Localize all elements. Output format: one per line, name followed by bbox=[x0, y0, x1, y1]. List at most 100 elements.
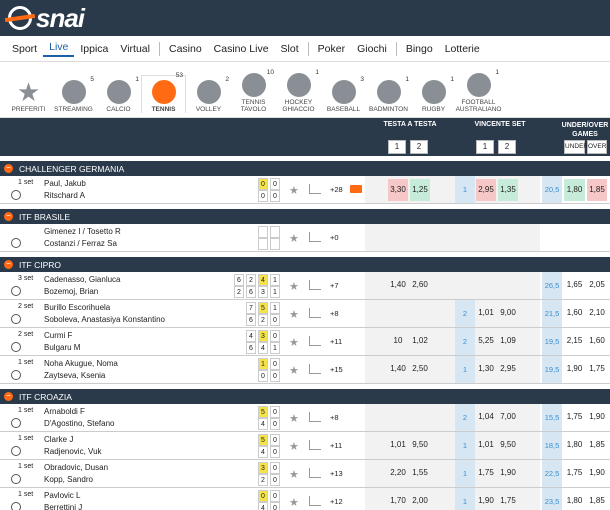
league-header[interactable]: − CHALLENGER GERMANIA bbox=[0, 161, 610, 176]
nav-item-ippica[interactable]: Ippica bbox=[74, 43, 114, 55]
collapse-icon[interactable]: − bbox=[4, 164, 13, 173]
sport-rugby[interactable]: 1 RUGBY bbox=[411, 76, 456, 113]
stats-icon[interactable] bbox=[309, 308, 321, 318]
match-row[interactable]: 1 set Clarke J Radjenovic, Vuk 5 0 4 0 ★ +11 1,01… bbox=[0, 432, 610, 460]
sport-football-australiano[interactable]: 1 FOOTBALL AUSTRALIANO bbox=[456, 69, 502, 113]
nav-item-lotterie[interactable]: Lotterie bbox=[439, 43, 486, 55]
favorite-star-icon[interactable]: ★ bbox=[289, 184, 299, 197]
sport-volley[interactable]: 2 VOLLEY bbox=[186, 76, 231, 113]
more-markets[interactable]: +15 bbox=[330, 365, 343, 374]
winner-odd-2[interactable]: 2,95 bbox=[498, 364, 518, 373]
stats-icon[interactable] bbox=[309, 336, 321, 346]
nav-item-bingo[interactable]: Bingo bbox=[400, 43, 439, 55]
winner-odd-1[interactable]: 1,90 bbox=[476, 496, 496, 505]
over-odd[interactable]: 1,90 bbox=[587, 468, 607, 477]
stats-icon[interactable] bbox=[309, 280, 321, 290]
h2h-odd-2[interactable]: 2,60 bbox=[410, 280, 430, 289]
sport-baseball[interactable]: 3 BASEBALL bbox=[321, 76, 366, 113]
h2h-odd-2[interactable]: 1,02 bbox=[410, 336, 430, 345]
nav-item-sport[interactable]: Sport bbox=[6, 43, 43, 55]
h2h-odd-2[interactable]: 9,50 bbox=[410, 440, 430, 449]
under-odd[interactable]: 1,60 bbox=[564, 308, 585, 317]
more-markets[interactable]: +7 bbox=[330, 281, 339, 290]
match-row[interactable]: 1 set Arnaboldi F D'Agostino, Stefano 5 0 4 0 ★… bbox=[0, 404, 610, 432]
winner-odd-1[interactable]: 1,01 bbox=[476, 440, 496, 449]
winner-odd-2[interactable]: 1,90 bbox=[498, 468, 518, 477]
sport-tennis[interactable]: 53 TENNIS bbox=[141, 72, 186, 113]
over-odd[interactable]: 1,90 bbox=[587, 412, 607, 421]
h2h-odd-1[interactable]: 1,40 bbox=[388, 280, 408, 289]
h2h-odd-1[interactable]: 1,40 bbox=[388, 364, 408, 373]
winner-odd-1[interactable]: 1,04 bbox=[476, 412, 496, 421]
collapse-icon[interactable]: − bbox=[4, 260, 13, 269]
sport-tennis-tavolo[interactable]: 10 TENNIS TAVOLO bbox=[231, 69, 276, 113]
nav-item-poker[interactable]: Poker bbox=[312, 43, 351, 55]
favorite-star-icon[interactable]: ★ bbox=[289, 308, 299, 321]
nav-item-casino-live[interactable]: Casino Live bbox=[208, 43, 275, 55]
winner-odd-2[interactable]: 7,00 bbox=[498, 412, 518, 421]
h2h-odd-1[interactable]: 1,70 bbox=[388, 496, 408, 505]
match-row[interactable]: 2 set Burillo Escorihuela Soboleva, Anasta… bbox=[0, 300, 610, 328]
under-odd[interactable]: 1,80 bbox=[564, 179, 585, 201]
match-row[interactable]: 2 set Curmi F Bulgaru M 4 3 0 6 4 1 ★ +11 10 1,02 2 5,… bbox=[0, 328, 610, 356]
h2h-odd-2[interactable]: 2,00 bbox=[410, 496, 430, 505]
nav-item-virtual[interactable]: Virtual bbox=[114, 43, 156, 55]
under-odd[interactable]: 1,65 bbox=[564, 280, 585, 289]
over-odd[interactable]: 1,60 bbox=[587, 336, 607, 345]
match-row[interactable]: Gimenez I / Tosetto R Costanzi / Ferraz S… bbox=[0, 224, 610, 252]
over-odd[interactable]: 1,85 bbox=[587, 179, 607, 201]
h2h-odd-1[interactable]: 3,30 bbox=[388, 179, 408, 201]
over-odd[interactable]: 1,85 bbox=[587, 496, 607, 505]
nav-item-giochi[interactable]: Giochi bbox=[351, 43, 393, 55]
league-header[interactable]: − ITF CIPRO bbox=[0, 257, 610, 272]
more-markets[interactable]: +8 bbox=[330, 309, 339, 318]
favorite-star-icon[interactable]: ★ bbox=[289, 468, 299, 481]
sport-calcio[interactable]: 1 CALCIO bbox=[96, 76, 141, 113]
more-markets[interactable]: +28 bbox=[330, 185, 343, 194]
nav-item-casino[interactable]: Casino bbox=[163, 43, 208, 55]
match-row[interactable]: 1 set Noha Akugue, Noma Zaytseva, Ksenia 1 0… bbox=[0, 356, 610, 384]
snai-logo[interactable]: snai bbox=[8, 3, 85, 34]
favorite-star-icon[interactable]: ★ bbox=[289, 336, 299, 349]
favorite-star-icon[interactable]: ★ bbox=[289, 440, 299, 453]
h2h-odd-2[interactable]: 2,50 bbox=[410, 364, 430, 373]
match-row[interactable]: 3 set Cadenasso, Gianluca Bozemoj, Brian 6 2… bbox=[0, 272, 610, 300]
stats-icon[interactable] bbox=[309, 412, 321, 422]
more-markets[interactable]: +8 bbox=[330, 413, 339, 422]
favorite-star-icon[interactable]: ★ bbox=[289, 232, 299, 245]
stats-icon[interactable] bbox=[309, 232, 321, 242]
favorite-star-icon[interactable]: ★ bbox=[289, 412, 299, 425]
league-header[interactable]: − ITF BRASILE bbox=[0, 209, 610, 224]
winner-odd-1[interactable]: 1,01 bbox=[476, 308, 496, 317]
h2h-odd-1[interactable]: 2,20 bbox=[388, 468, 408, 477]
sport-hockey-ghiaccio[interactable]: 1 HOCKEY GHIACCIO bbox=[276, 69, 321, 113]
h2h-odd-2[interactable]: 1,55 bbox=[410, 468, 430, 477]
stats-icon[interactable] bbox=[309, 184, 321, 194]
more-markets[interactable]: +11 bbox=[330, 337, 342, 346]
under-odd[interactable]: 1,80 bbox=[564, 496, 585, 505]
winner-odd-2[interactable]: 1,35 bbox=[498, 179, 518, 201]
winner-odd-1[interactable]: 1,30 bbox=[476, 364, 496, 373]
over-odd[interactable]: 1,75 bbox=[587, 364, 607, 373]
more-markets[interactable]: +11 bbox=[330, 441, 342, 450]
match-row[interactable]: 1 set Pavlovic L Berrettini J 0 0 4 0 ★ +12 1,70 2… bbox=[0, 488, 610, 510]
over-odd[interactable]: 1,85 bbox=[587, 440, 607, 449]
under-odd[interactable]: 1,90 bbox=[564, 364, 585, 373]
sport-badminton[interactable]: 1 BADMINTON bbox=[366, 76, 411, 113]
sport-preferiti[interactable]: ★ PREFERITI bbox=[6, 79, 51, 113]
nav-item-slot[interactable]: Slot bbox=[275, 43, 305, 55]
winner-odd-2[interactable]: 1,75 bbox=[498, 496, 518, 505]
tv-icon[interactable] bbox=[350, 185, 362, 193]
nav-item-live[interactable]: Live bbox=[43, 41, 75, 57]
league-header[interactable]: − ITF CROAZIA bbox=[0, 389, 610, 404]
stats-icon[interactable] bbox=[309, 364, 321, 374]
over-odd[interactable]: 2,05 bbox=[587, 280, 607, 289]
winner-odd-1[interactable]: 5,25 bbox=[476, 336, 496, 345]
more-markets[interactable]: +13 bbox=[330, 469, 343, 478]
match-row[interactable]: 1 set Paul, Jakub Ritschard A 0 0 0 0 ★ +28 3,30 1… bbox=[0, 176, 610, 204]
winner-odd-2[interactable]: 9,50 bbox=[498, 440, 518, 449]
h2h-odd-1[interactable]: 1,01 bbox=[388, 440, 408, 449]
sport-streaming[interactable]: 5 STREAMING bbox=[51, 76, 96, 113]
favorite-star-icon[interactable]: ★ bbox=[289, 496, 299, 509]
more-markets[interactable]: +0 bbox=[330, 233, 339, 242]
